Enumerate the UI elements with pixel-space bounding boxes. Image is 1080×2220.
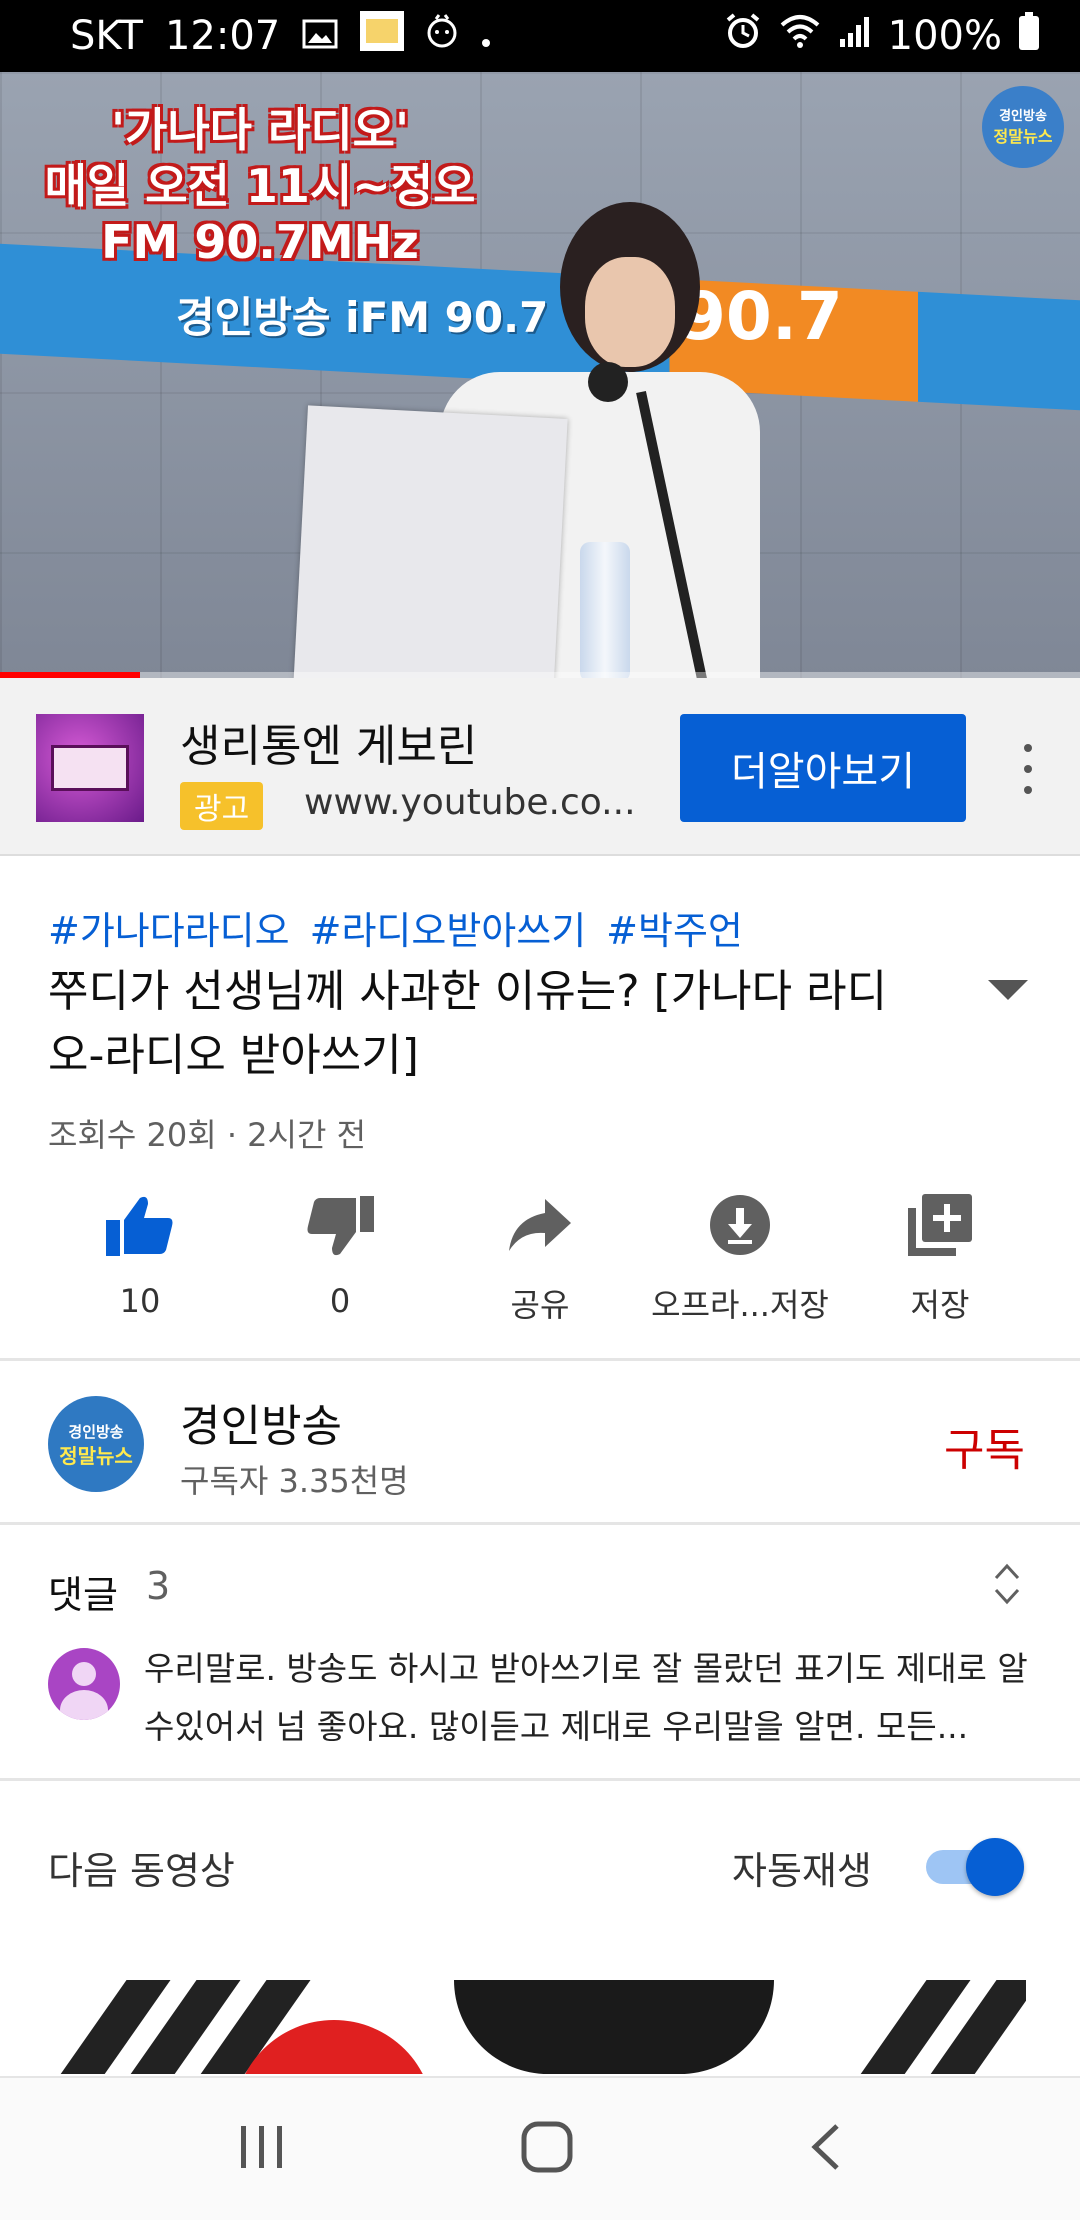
wifi-icon xyxy=(778,13,822,59)
share-label: 공유 xyxy=(510,1286,570,1324)
share-icon xyxy=(507,1186,573,1264)
video-title[interactable]: 쭈디가 선생님께 사과한 이유는? [가나다 라디오-라디오 받아쓰기] xyxy=(48,960,908,1088)
carrier-label: SKT xyxy=(70,13,143,59)
ad-badge: 광고 xyxy=(180,782,264,830)
channel-name[interactable]: 경인방송 xyxy=(180,1390,342,1454)
image-icon xyxy=(302,13,338,59)
app-icon xyxy=(360,11,405,61)
hashtag-link[interactable]: #가나다라디오 xyxy=(48,900,290,955)
video-overlay-caption: '가나다 라디오' 매일 오전 11시~정오 FM 90.7MHz xyxy=(40,102,480,270)
thumbs-up-icon xyxy=(104,1186,176,1266)
like-count: 10 xyxy=(119,1282,161,1320)
script-paper xyxy=(292,405,568,678)
comments-title[interactable]: 댓글 xyxy=(48,1564,118,1619)
hashtag-list: #가나다라디오 #라디오받아쓰기 #박주언 xyxy=(48,900,743,955)
battery-label: 100% xyxy=(887,13,1002,59)
autoplay-toggle[interactable] xyxy=(926,1838,1024,1896)
action-bar: 10 0 공유 오프라...저장 저장 xyxy=(0,1186,1080,1326)
overlay-line-1: '가나다 라디오' xyxy=(110,103,410,157)
expand-comments-icon[interactable] xyxy=(992,1562,1022,1610)
studio-banner-frequency: 90.7 xyxy=(680,278,843,355)
expand-description-icon[interactable] xyxy=(988,980,1028,1000)
more-options-icon[interactable] xyxy=(1018,744,1038,794)
status-bar: SKT 12:07 100% xyxy=(0,0,1080,72)
share-button[interactable]: 공유 xyxy=(440,1186,640,1326)
ad-url: www.youtube.co... xyxy=(304,782,636,823)
battery-icon xyxy=(1018,12,1040,60)
divider xyxy=(0,1778,1080,1781)
time-label: 12:07 xyxy=(164,13,281,59)
subscribe-button[interactable]: 구독 xyxy=(944,1414,1025,1478)
ad-banner[interactable]: 생리통엔 게보린 광고 www.youtube.co... 더알아보기 xyxy=(0,678,1080,856)
video-player[interactable]: 경인방송 iFM 90.7 90.7 '가나다 라디오' 매일 오전 11시~정… xyxy=(0,72,1080,678)
dislike-count: 0 xyxy=(329,1282,351,1320)
channel-avatar-bottom: 정말뉴스 xyxy=(59,1444,133,1468)
ad-thumbnail[interactable] xyxy=(36,714,144,822)
channel-watermark-logo: 경인방송 정말뉴스 xyxy=(982,86,1064,168)
thumbs-down-icon xyxy=(304,1186,376,1266)
home-icon[interactable] xyxy=(520,2120,574,2178)
back-icon[interactable] xyxy=(807,2122,843,2176)
overlay-line-3: FM 90.7MHz xyxy=(101,215,419,269)
comments-count: 3 xyxy=(146,1564,171,1608)
dot-icon xyxy=(480,13,492,59)
system-navigation-bar xyxy=(0,2076,1080,2220)
alarm-app-icon xyxy=(426,13,458,59)
download-icon xyxy=(709,1186,771,1264)
like-button[interactable]: 10 xyxy=(40,1186,240,1326)
watermark-bottom: 정말뉴스 xyxy=(993,127,1053,146)
hashtag-link[interactable]: #라디오받아쓰기 xyxy=(310,900,587,955)
recent-apps-icon[interactable] xyxy=(237,2124,287,2174)
autoplay-label: 자동재생 xyxy=(732,1849,872,1893)
download-button[interactable]: 오프라...저장 xyxy=(640,1186,840,1326)
next-video-thumbnail[interactable] xyxy=(54,1980,1026,2074)
watermark-top: 경인방송 xyxy=(999,109,1047,124)
save-button[interactable]: 저장 xyxy=(840,1186,1040,1326)
divider xyxy=(0,1522,1080,1525)
top-comment-text[interactable]: 우리말로. 방송도 하시고 받아쓰기로 잘 몰랐던 표기도 제대로 알수있어서 … xyxy=(144,1640,1034,1756)
overlay-line-2: 매일 오전 11시~정오 xyxy=(44,159,476,213)
subscriber-count: 구독자 3.35천명 xyxy=(180,1462,409,1500)
water-bottle xyxy=(580,542,630,678)
playlist-add-icon xyxy=(908,1186,972,1264)
alarm-icon xyxy=(724,12,762,60)
save-label: 저장 xyxy=(910,1286,970,1324)
microphone-icon xyxy=(588,362,628,402)
video-meta: 조회수 20회 · 2시간 전 xyxy=(48,1116,367,1154)
hashtag-link[interactable]: #박주언 xyxy=(606,900,743,955)
ad-title[interactable]: 생리통엔 게보린 xyxy=(180,710,477,774)
presenter-face xyxy=(585,257,675,367)
channel-avatar-top: 경인방송 xyxy=(68,1423,124,1441)
ad-learn-more-button[interactable]: 더알아보기 xyxy=(680,714,966,822)
signal-icon xyxy=(838,13,872,59)
download-label: 오프라...저장 xyxy=(651,1286,829,1324)
divider xyxy=(0,1358,1080,1361)
studio-banner-text: 경인방송 iFM 90.7 xyxy=(176,293,549,342)
up-next-label: 다음 동영상 xyxy=(48,1849,235,1893)
commenter-avatar-icon[interactable] xyxy=(48,1648,120,1720)
dislike-button[interactable]: 0 xyxy=(240,1186,440,1326)
channel-avatar[interactable]: 경인방송 정말뉴스 xyxy=(48,1396,144,1492)
